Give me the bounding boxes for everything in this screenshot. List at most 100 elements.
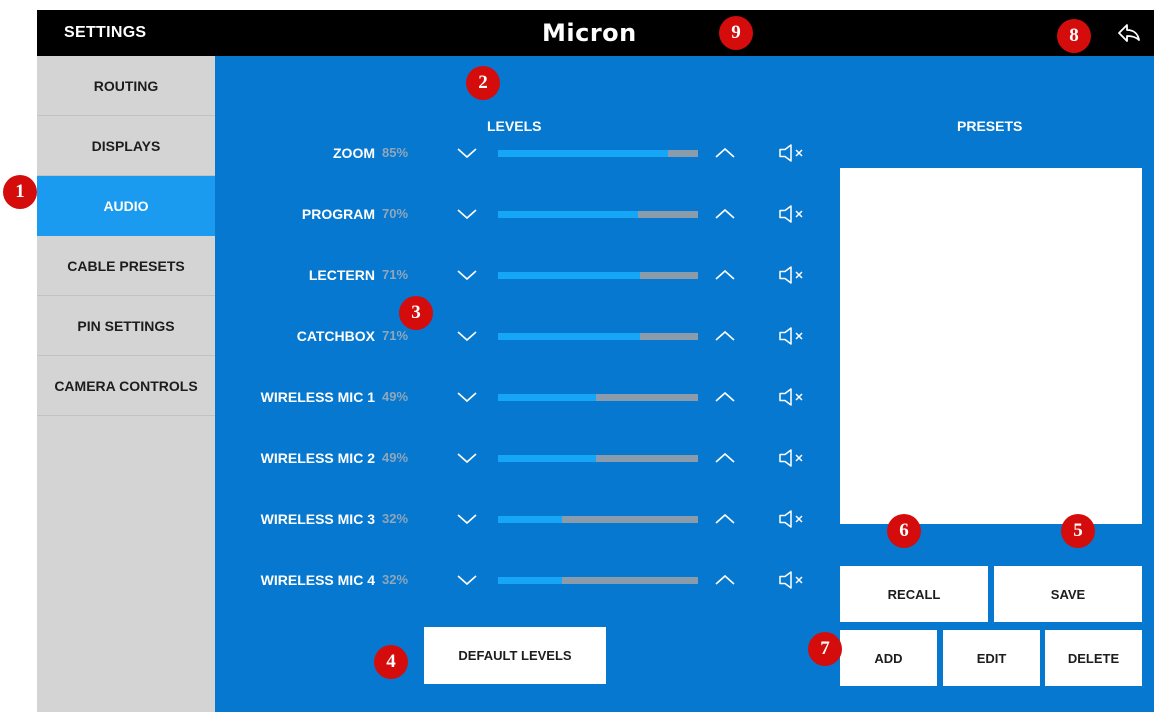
mute-button[interactable] (777, 264, 809, 286)
mute-button[interactable] (777, 142, 809, 164)
chevron-down-icon (457, 331, 477, 342)
annotation-badge-3: 3 (399, 296, 433, 330)
chevron-down-icon (457, 453, 477, 464)
speaker-mute-icon (779, 205, 803, 223)
level-slider[interactable] (498, 394, 698, 401)
channel-row: PROGRAM 70% (215, 199, 835, 229)
level-slider[interactable] (498, 516, 698, 523)
volume-up-button[interactable] (714, 509, 736, 529)
level-slider[interactable] (498, 150, 698, 157)
volume-up-button[interactable] (714, 143, 736, 163)
annotation-badge-4: 4 (374, 645, 408, 679)
sidebar-item-pin-settings[interactable]: PIN SETTINGS (37, 296, 215, 356)
speaker-mute-icon (779, 144, 803, 162)
add-button[interactable]: ADD (840, 630, 937, 686)
sidebar-item-camera-controls[interactable]: CAMERA CONTROLS (37, 356, 215, 416)
volume-up-button[interactable] (714, 570, 736, 590)
reply-arrow-icon (1118, 24, 1140, 42)
default-levels-button[interactable]: DEFAULT LEVELS (424, 627, 606, 684)
chevron-down-icon (457, 148, 477, 159)
chevron-up-icon (715, 574, 735, 585)
chevron-up-icon (715, 147, 735, 158)
volume-up-button[interactable] (714, 448, 736, 468)
mute-button[interactable] (777, 325, 809, 347)
volume-up-button[interactable] (714, 326, 736, 346)
sidebar-item-routing[interactable]: ROUTING (37, 56, 215, 116)
annotation-badge-7: 7 (808, 632, 842, 666)
preset-list[interactable] (840, 168, 1142, 524)
level-slider[interactable] (498, 333, 698, 340)
level-slider-fill (498, 211, 638, 218)
volume-down-button[interactable] (456, 265, 478, 285)
delete-button[interactable]: DELETE (1045, 630, 1142, 686)
volume-up-button[interactable] (714, 265, 736, 285)
channel-level-percent: 70% (382, 206, 409, 221)
volume-down-button[interactable] (456, 143, 478, 163)
chevron-up-icon (715, 513, 735, 524)
channel-name: CATCHBOX (296, 328, 375, 344)
channel-name: WIRELESS MIC 4 (260, 572, 375, 588)
channel-row: WIRELESS MIC 3 32% (215, 504, 835, 534)
volume-down-button[interactable] (456, 448, 478, 468)
mute-button[interactable] (777, 569, 809, 591)
channel-name: ZOOM (333, 145, 375, 161)
volume-up-button[interactable] (714, 204, 736, 224)
chevron-up-icon (715, 330, 735, 341)
sidebar-item-audio[interactable]: AUDIO (37, 176, 215, 236)
channel-row: WIRELESS MIC 1 49% (215, 382, 835, 412)
sidebar: ROUTING DISPLAYS AUDIO CABLE PRESETS PIN… (37, 56, 215, 712)
edit-button[interactable]: EDIT (943, 630, 1040, 686)
level-slider[interactable] (498, 577, 698, 584)
level-slider-fill (498, 272, 640, 279)
channel-row: WIRELESS MIC 4 32% (215, 565, 835, 595)
channel-name: PROGRAM (301, 206, 375, 222)
back-button[interactable] (1116, 20, 1142, 46)
chevron-up-icon (715, 269, 735, 280)
channel-name: LECTERN (308, 267, 375, 283)
mute-button[interactable] (777, 386, 809, 408)
levels-heading: LEVELS (487, 118, 542, 134)
annotation-badge-5: 5 (1061, 514, 1095, 548)
annotation-badge-9: 9 (719, 16, 753, 50)
annotation-badge-1: 1 (3, 175, 37, 209)
channel-level-percent: 49% (382, 450, 409, 465)
speaker-mute-icon (779, 571, 803, 589)
volume-down-button[interactable] (456, 326, 478, 346)
level-slider[interactable] (498, 272, 698, 279)
recall-button[interactable]: RECALL (840, 566, 988, 622)
volume-down-button[interactable] (456, 509, 478, 529)
channel-row: WIRELESS MIC 2 49% (215, 443, 835, 473)
sidebar-item-displays[interactable]: DISPLAYS (37, 116, 215, 176)
speaker-mute-icon (779, 266, 803, 284)
top-bar: SETTINGS Micron (37, 10, 1154, 56)
level-slider[interactable] (498, 455, 698, 462)
page-title: SETTINGS (64, 24, 147, 41)
mute-button[interactable] (777, 447, 809, 469)
save-button[interactable]: SAVE (994, 566, 1142, 622)
volume-down-button[interactable] (456, 387, 478, 407)
chevron-down-icon (457, 575, 477, 586)
chevron-up-icon (715, 208, 735, 219)
level-slider[interactable] (498, 211, 698, 218)
speaker-mute-icon (779, 388, 803, 406)
level-slider-fill (498, 394, 596, 401)
audio-panel: LEVELS PRESETS ZOOM 85% PROGRAM 70% LECTERN 7… (215, 56, 1154, 712)
speaker-mute-icon (779, 327, 803, 345)
volume-up-button[interactable] (714, 387, 736, 407)
sidebar-item-cable-presets[interactable]: CABLE PRESETS (37, 236, 215, 296)
channel-name: WIRELESS MIC 2 (260, 450, 375, 466)
mute-button[interactable] (777, 203, 809, 225)
annotation-badge-2: 2 (466, 66, 500, 100)
volume-down-button[interactable] (456, 204, 478, 224)
speaker-mute-icon (779, 449, 803, 467)
level-slider-fill (498, 577, 562, 584)
chevron-down-icon (457, 514, 477, 525)
chevron-down-icon (457, 392, 477, 403)
channel-name: WIRELESS MIC 3 (260, 511, 375, 527)
presets-heading: PRESETS (957, 118, 1023, 134)
chevron-down-icon (457, 270, 477, 281)
level-slider-fill (498, 455, 596, 462)
mute-button[interactable] (777, 508, 809, 530)
level-slider-fill (498, 333, 640, 340)
volume-down-button[interactable] (456, 570, 478, 590)
